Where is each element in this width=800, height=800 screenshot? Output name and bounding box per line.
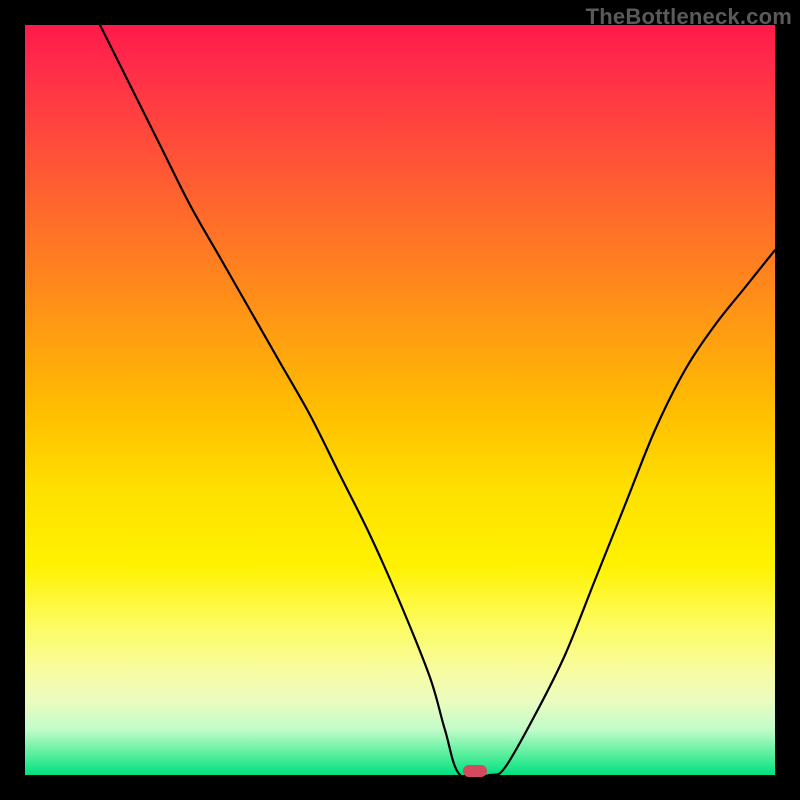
plot-area	[25, 25, 775, 775]
min-marker	[463, 765, 487, 777]
chart-frame: TheBottleneck.com	[0, 0, 800, 800]
bottleneck-curve	[100, 25, 775, 779]
curve-svg	[25, 25, 775, 775]
